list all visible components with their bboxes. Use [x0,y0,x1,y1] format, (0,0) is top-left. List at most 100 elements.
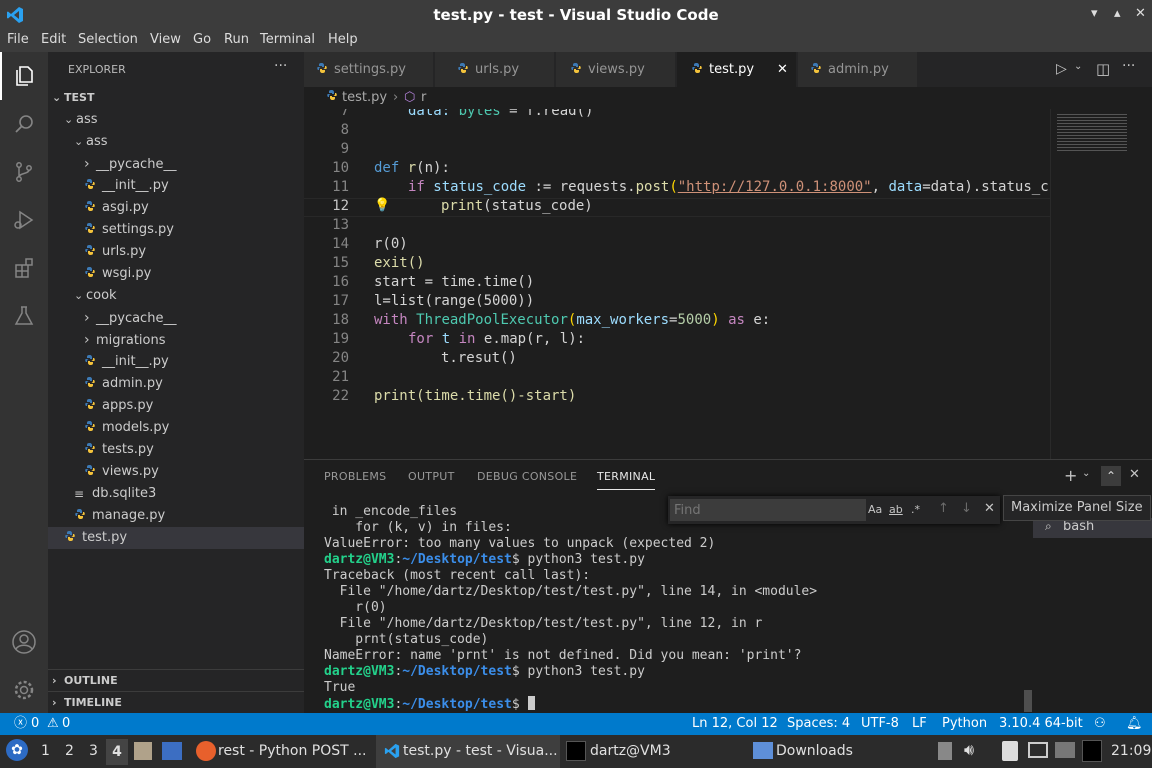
tab-debug-console[interactable]: DEBUG CONSOLE [477,470,577,483]
explorer-root[interactable]: ⌄ TEST [48,87,304,109]
close-find-icon[interactable]: ✕ [984,501,995,516]
tree-file[interactable]: tests.py [48,439,304,461]
tab-terminal[interactable]: TERMINAL [597,470,656,490]
match-case-toggle[interactable]: Aa [868,503,882,516]
notifications-bell-icon[interactable]: 🔔︎ [1126,713,1143,735]
maximize-panel-icon[interactable]: ⌃ [1101,466,1121,486]
tree-file[interactable]: views.py [48,461,304,483]
menu-file[interactable]: File [7,30,29,47]
tree-file[interactable]: admin.py [48,373,304,395]
tree-folder[interactable]: › migrations [48,329,304,351]
timeline-section[interactable]: › TIMELINE [48,691,304,713]
explorer-icon[interactable] [0,52,48,100]
tab-urls-py[interactable]: urls.py [435,52,555,87]
tree-file[interactable]: apps.py [48,395,304,417]
code-editor[interactable]: 7 8 9 10 11 12 13 14 15 16 17 18 19 20 21 22 data: byte… [304,109,1152,459]
feedback-icon[interactable]: ⚇ [1094,713,1106,735]
run-debug-icon[interactable] [0,196,48,244]
search-icon[interactable] [0,100,48,148]
display-icon[interactable] [1055,742,1075,758]
outline-section[interactable]: › OUTLINE [48,669,304,691]
tree-file[interactable]: test.py [48,527,304,549]
run-dropdown-icon[interactable]: ⌄ [1074,61,1082,72]
tree-folder[interactable]: ⌄ ass [48,109,304,131]
editor-more-icon[interactable]: ··· [1122,58,1135,74]
extensions-icon[interactable] [0,244,48,292]
menu-terminal[interactable]: Terminal [260,30,315,47]
network-icon[interactable] [1028,742,1048,758]
minimap[interactable] [1050,109,1152,459]
tree-file[interactable]: urls.py [48,241,304,263]
manage-gear-icon[interactable] [0,666,48,714]
tab-admin-py[interactable]: admin.py [798,52,918,87]
desktop-icon[interactable] [162,742,182,760]
taskbar-app-firefox[interactable]: rest - Python POST ... [218,743,366,759]
tree-file[interactable]: manage.py [48,505,304,527]
minimize-icon[interactable]: ▾ [1091,6,1098,21]
breadcrumb-symbol[interactable]: r [421,87,426,109]
tray-terminal-icon[interactable] [1082,740,1102,762]
tree-file[interactable]: wsgi.py [48,263,304,285]
cursor-position[interactable]: Ln 12, Col 12 [692,713,778,735]
menu-go[interactable]: Go [193,30,211,47]
indentation[interactable]: Spaces: 4 [787,713,850,735]
warning-icon[interactable]: ⚠ [47,713,59,735]
tree-file[interactable]: asgi.py [48,197,304,219]
start-menu-icon[interactable]: ✿ [6,739,28,761]
more-actions-icon[interactable]: ··· [274,58,287,74]
language-mode[interactable]: Python [942,713,987,735]
workspace-1[interactable]: 1 [41,743,50,759]
close-tab-icon[interactable]: ✕ [777,52,788,87]
lightbulb-icon[interactable]: 💡 [374,198,390,213]
terminal-dropdown-icon[interactable]: ⌄ [1082,468,1090,479]
menu-selection[interactable]: Selection [78,30,138,47]
new-terminal-icon[interactable]: + [1064,466,1077,485]
clipboard-icon[interactable] [938,742,952,760]
tree-file[interactable]: __init__.py [48,175,304,197]
tab-views-py[interactable]: views.py [556,52,676,87]
error-count[interactable]: 0 [31,713,39,735]
encoding[interactable]: UTF-8 [861,713,899,735]
files-launcher-icon[interactable] [134,742,152,760]
workspace-3[interactable]: 3 [89,743,98,759]
match-word-toggle[interactable]: ab [889,503,903,516]
volume-icon[interactable]: 🔊︎ [964,740,974,760]
taskbar-app-vscode[interactable]: test.py - test - Visua... [403,743,558,759]
errors-icon[interactable]: ⓧ [14,713,27,735]
tree-file[interactable]: models.py [48,417,304,439]
tree-folder[interactable]: › __pycache__ [48,153,304,175]
tab-output[interactable]: OUTPUT [408,470,455,483]
workspace-2[interactable]: 2 [65,743,74,759]
python-interpreter[interactable]: 3.10.4 64-bit [999,713,1083,735]
close-panel-icon[interactable]: ✕ [1129,467,1140,482]
terminal-list-item[interactable]: ⌕ bash [1033,518,1152,538]
end-of-line[interactable]: LF [912,713,927,735]
run-file-icon[interactable]: ▷ [1056,61,1067,77]
menu-edit[interactable]: Edit [41,30,66,47]
notes-icon[interactable] [1002,741,1018,761]
breadcrumb-file[interactable]: test.py [342,87,387,109]
split-editor-icon[interactable]: ◫ [1096,60,1110,78]
close-window-icon[interactable]: ✕ [1135,6,1146,21]
tab-problems[interactable]: PROBLEMS [324,470,386,483]
testing-icon[interactable] [0,292,48,340]
tree-folder[interactable]: › __pycache__ [48,307,304,329]
next-match-icon[interactable]: ↓ [961,501,972,516]
menu-run[interactable]: Run [224,30,249,47]
warning-count[interactable]: 0 [62,713,70,735]
regex-toggle[interactable]: .* [911,503,920,516]
tree-folder[interactable]: ⌄ cook [48,285,304,307]
maximize-icon[interactable]: ▴ [1114,6,1121,21]
terminal-scrollbar[interactable] [1024,690,1032,712]
tree-file[interactable]: settings.py [48,219,304,241]
tree-file[interactable]: ≡ db.sqlite3 [48,483,304,505]
tree-folder[interactable]: ⌄ ass [48,131,304,153]
taskbar-app-terminal[interactable]: dartz@VM3 [590,743,671,759]
find-input[interactable] [670,499,866,521]
previous-match-icon[interactable]: ↑ [938,501,949,516]
source-control-icon[interactable] [0,148,48,196]
account-icon[interactable] [0,618,48,666]
workspace-4[interactable]: 4 [106,739,128,765]
menu-help[interactable]: Help [328,30,358,47]
tree-file[interactable]: __init__.py [48,351,304,373]
